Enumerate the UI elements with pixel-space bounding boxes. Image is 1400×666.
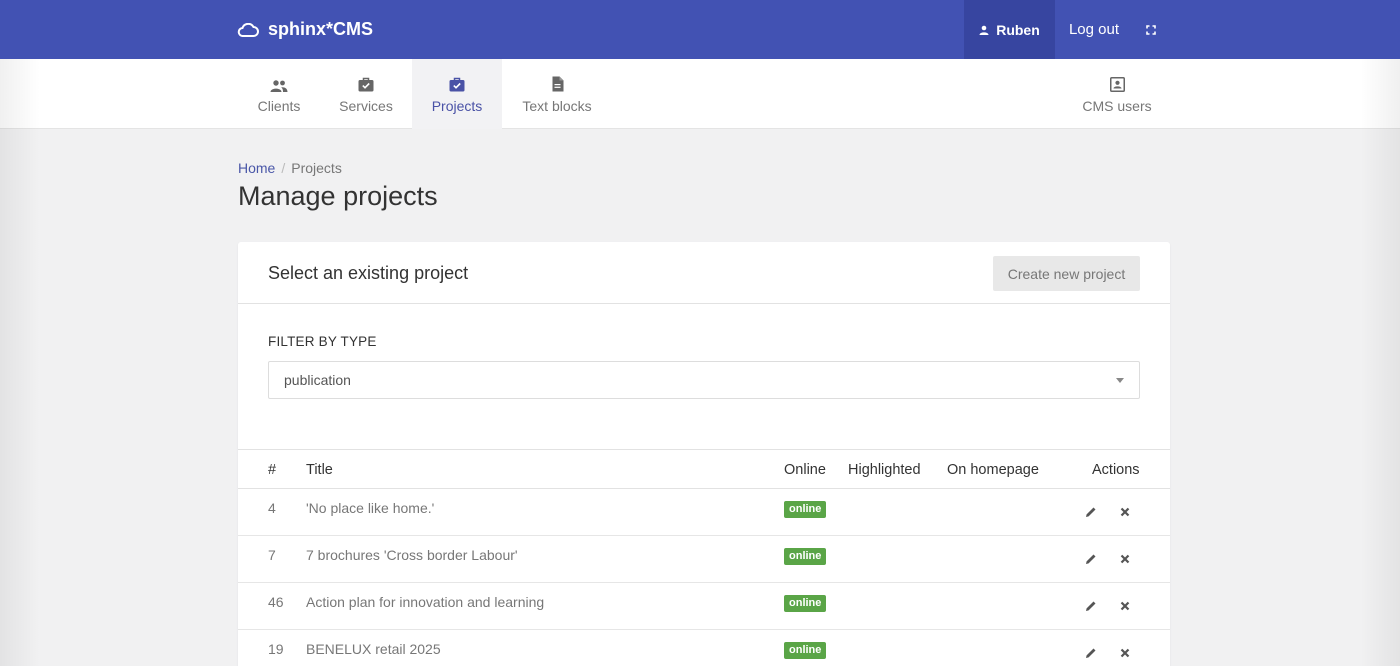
table-header: # Title Online Highlighted On homepage A… (238, 450, 1170, 489)
create-project-button[interactable]: Create new project (993, 256, 1140, 291)
status-badge: online (784, 548, 827, 565)
card-header: Select an existing project Create new pr… (238, 242, 1170, 304)
nav-label: CMS users (1082, 98, 1152, 114)
table-row[interactable]: 46 Action plan for innovation and learni… (238, 583, 1170, 630)
col-num: # (268, 462, 277, 478)
top-bar: sphinx*CMS Ruben Log out (0, 0, 1400, 59)
filter-label: FILTER BY TYPE (268, 334, 377, 349)
table-row[interactable]: 7 7 brochures 'Cross border Labour' onli… (238, 536, 1170, 583)
breadcrumb-current: Projects (291, 160, 342, 176)
people-icon (270, 74, 288, 92)
account-box-icon (1109, 74, 1125, 92)
pencil-icon[interactable] (1084, 552, 1098, 566)
nav-item-text-blocks[interactable]: Text blocks (512, 59, 602, 129)
col-online[interactable]: Online (784, 462, 826, 478)
brand[interactable]: sphinx*CMS (237, 0, 373, 59)
nav-label: Clients (257, 98, 301, 114)
row-id: 19 (268, 641, 284, 657)
breadcrumb: Home / Projects (238, 160, 342, 176)
pencil-icon[interactable] (1084, 646, 1098, 660)
status-badge: online (784, 642, 827, 659)
close-icon[interactable] (1118, 646, 1132, 660)
col-actions: Actions (1092, 462, 1140, 478)
row-title[interactable]: 'No place like home.' (306, 500, 434, 516)
pencil-icon[interactable] (1084, 599, 1098, 613)
col-homepage[interactable]: On homepage (947, 462, 1039, 478)
row-title[interactable]: BENELUX retail 2025 (306, 641, 441, 657)
projects-card: Select an existing project Create new pr… (238, 242, 1170, 666)
fullscreen-icon[interactable] (1133, 0, 1169, 59)
status-badge: online (784, 501, 827, 518)
briefcase-check-icon (449, 74, 465, 92)
close-icon[interactable] (1118, 599, 1132, 613)
document-icon (551, 74, 564, 92)
page-title: Manage projects (238, 181, 438, 211)
logout-link[interactable]: Log out (1055, 0, 1133, 59)
chevron-down-icon (1116, 378, 1124, 383)
type-filter-select[interactable]: publication (268, 361, 1140, 399)
nav-label: Text blocks (522, 98, 592, 114)
nav-label: Services (339, 98, 393, 114)
table-row[interactable]: 19 BENELUX retail 2025 online (238, 630, 1170, 666)
row-id: 46 (268, 594, 284, 610)
row-id: 7 (268, 547, 276, 563)
nav-label: Projects (431, 98, 483, 114)
nav-item-services[interactable]: Services (330, 59, 402, 129)
card-title: Select an existing project (268, 263, 469, 283)
row-title[interactable]: 7 brochures 'Cross border Labour' (306, 547, 518, 563)
user-name: Ruben (996, 21, 1040, 38)
col-highlighted[interactable]: Highlighted (848, 462, 921, 478)
main-nav: Clients Services Projects Text blocks CM… (0, 59, 1400, 129)
projects-table: # Title Online Highlighted On homepage A… (238, 449, 1170, 666)
user-menu-button[interactable]: Ruben (964, 0, 1055, 59)
cloud-icon (237, 22, 259, 37)
close-icon[interactable] (1118, 505, 1132, 519)
pencil-icon[interactable] (1084, 505, 1098, 519)
row-id: 4 (268, 500, 276, 516)
table-row[interactable]: 4 'No place like home.' online (238, 489, 1170, 536)
briefcase-check-icon (358, 74, 374, 92)
nav-item-projects[interactable]: Projects (412, 59, 502, 129)
breadcrumb-home[interactable]: Home (238, 160, 275, 176)
col-title[interactable]: Title (306, 462, 333, 478)
close-icon[interactable] (1118, 552, 1132, 566)
nav-item-cms-users[interactable]: CMS users (1076, 59, 1158, 129)
nav-item-clients[interactable]: Clients (248, 59, 310, 129)
select-value: publication (284, 372, 351, 388)
breadcrumb-separator: / (281, 160, 286, 176)
brand-name: sphinx*CMS (268, 19, 374, 39)
row-title[interactable]: Action plan for innovation and learning (306, 594, 544, 610)
status-badge: online (784, 595, 827, 612)
person-icon (979, 22, 989, 38)
